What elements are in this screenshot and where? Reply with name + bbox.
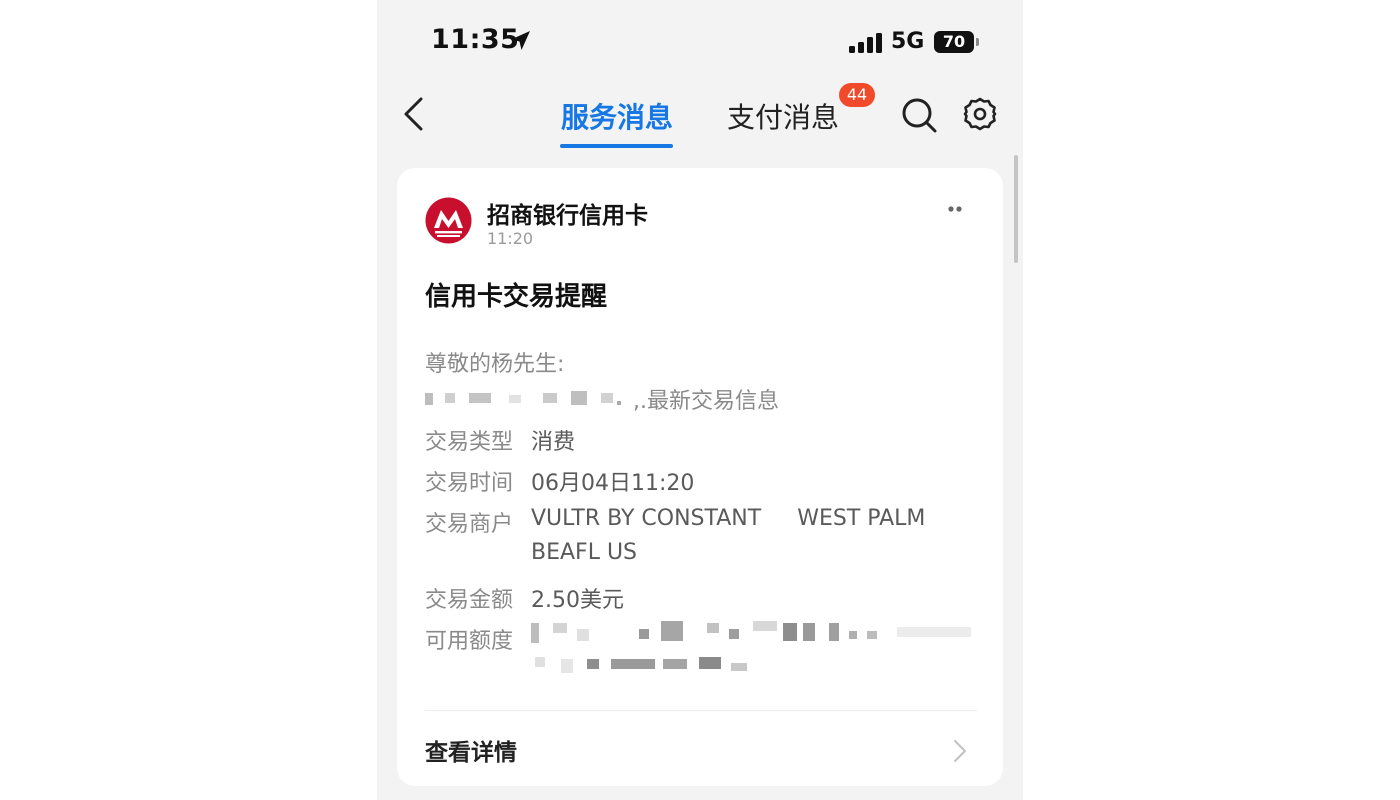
tab-service-messages[interactable]: 服务消息	[561, 96, 673, 136]
redacted-card-number	[425, 391, 621, 405]
label-transaction-time: 交易时间	[425, 471, 514, 496]
label-merchant: 交易商户	[425, 512, 514, 537]
label-amount: 交易金额	[425, 588, 514, 613]
message-time: 11:20	[487, 229, 534, 248]
unread-count-badge: 44	[839, 83, 875, 107]
sender-name: 招商银行信用卡	[487, 203, 648, 229]
intro-line: ,.最新交易信息	[425, 383, 785, 414]
message-card: 招商银行信用卡 11:20 信用卡交易提醒 尊敬的杨先生: ,.最新交易信息 交…	[397, 168, 1003, 786]
value-transaction-time: 06月04日11:20	[531, 471, 695, 496]
value-merchant-line2: BEAFL US	[531, 540, 638, 565]
phone-screen: 11:35 5G 70 服务消息 支付消息 44 招商银行信用卡 11:20 信…	[377, 0, 1023, 800]
back-button[interactable]	[401, 96, 429, 132]
label-available-credit: 可用额度	[425, 629, 514, 654]
battery-cap	[976, 38, 979, 46]
view-details-label: 查看详情	[425, 740, 517, 766]
redacted-available-credit	[531, 621, 971, 673]
value-merchant-line1: VULTR BY CONSTANT WEST PALM	[531, 506, 961, 531]
tab-payment-messages[interactable]: 支付消息	[727, 96, 839, 136]
cmb-bank-logo	[425, 197, 472, 244]
merchant-city: WEST PALM	[797, 506, 926, 531]
location-arrow-icon	[511, 31, 530, 50]
view-details-link[interactable]: 查看详情	[425, 733, 977, 769]
value-transaction-type: 消费	[531, 430, 576, 455]
network-type: 5G	[891, 29, 925, 54]
more-dots-icon[interactable]	[942, 201, 968, 217]
status-time: 11:35	[431, 24, 520, 55]
active-tab-indicator	[560, 144, 673, 148]
battery-indicator: 70	[934, 31, 974, 53]
divider	[425, 710, 977, 711]
intro-text: ,.最新交易信息	[633, 389, 779, 414]
greeting-text: 尊敬的杨先生:	[425, 352, 565, 377]
scrollbar[interactable]	[1014, 155, 1018, 263]
cellular-signal-icon	[849, 33, 882, 53]
gear-icon[interactable]	[963, 97, 997, 131]
label-transaction-type: 交易类型	[425, 430, 514, 455]
chevron-right-icon	[954, 740, 966, 762]
merchant-name: VULTR BY CONSTANT	[531, 506, 762, 531]
value-amount: 2.50美元	[531, 588, 624, 613]
search-icon[interactable]	[900, 96, 938, 134]
message-title: 信用卡交易提醒	[425, 282, 608, 312]
